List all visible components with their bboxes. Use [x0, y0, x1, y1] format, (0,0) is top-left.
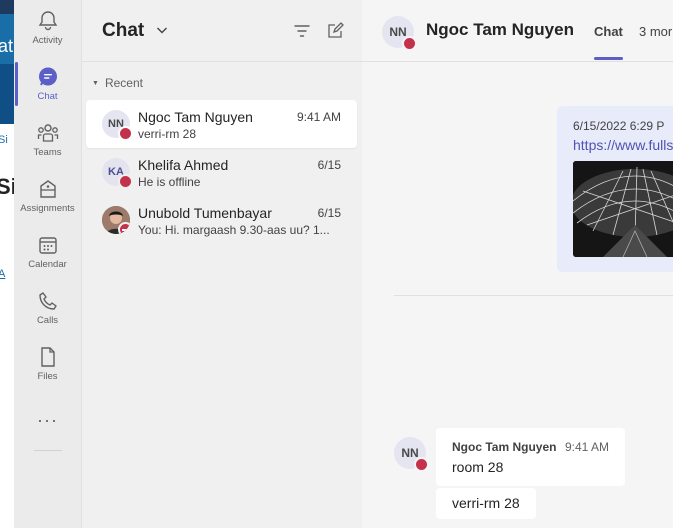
chat-contact-name: Ngoc Tam Nguyen — [138, 109, 253, 125]
rail-item-calendar[interactable]: Calendar — [14, 224, 81, 276]
more-apps-button[interactable]: ··· — [14, 410, 81, 431]
busy-status-icon — [118, 174, 133, 189]
conversation-pane: NN Ngoc Tam Nguyen Chat 3 mor 6/15/2022 … — [362, 0, 673, 528]
chat-preview: You: Hi. margaash 9.30-aas uu? 1... — [138, 223, 330, 237]
rail-item-label: Activity — [32, 35, 63, 46]
conversation-title: Ngoc Tam Nguyen — [426, 20, 574, 39]
chat-contact-name: Unubold Tumenbayar — [138, 205, 272, 221]
outgoing-message[interactable]: 6/15/2022 6:29 P https://www.fulls — [557, 106, 673, 272]
background-app-toolbar — [0, 64, 14, 124]
rail-item-assignments[interactable]: Assignments — [14, 168, 81, 220]
rail-item-label: Chat — [37, 91, 58, 102]
rail-item-chat[interactable]: Chat — [14, 56, 81, 108]
avatar: KA — [102, 158, 133, 189]
phone-icon — [38, 292, 57, 310]
chat-preview: He is offline — [138, 175, 201, 189]
busy-status-icon — [118, 126, 133, 141]
background-app-text: Si — [0, 134, 8, 146]
busy-status-icon — [414, 457, 429, 472]
chat-time: 6/15 — [317, 206, 341, 220]
background-app-heading: Si — [0, 174, 14, 199]
message-text: verri-rm 28 — [452, 495, 520, 511]
chat-list-item[interactable]: KA Khelifa Ahmed 6/15 He is offline — [86, 148, 357, 196]
file-icon — [40, 347, 55, 367]
chat-list-item[interactable]: Unubold Tumenbayar 6/15 You: Hi. margaas… — [86, 196, 357, 244]
collapse-triangle-icon: ▼ — [92, 80, 99, 88]
incoming-message[interactable]: Ngoc Tam Nguyen 9:41 AM room 28 — [436, 428, 625, 486]
chat-list-title[interactable]: Chat — [102, 20, 144, 42]
chat-list-pane: Chat ▼ Recent NN Ngoc Tam Nguyen 9:41 AM … — [82, 0, 363, 528]
active-tab-indicator — [594, 57, 623, 60]
rail-item-label: Calls — [36, 315, 59, 326]
chat-contact-name: Khelifa Ahmed — [138, 157, 229, 173]
chat-list-header: Chat — [82, 0, 362, 62]
new-chat-icon[interactable] — [326, 22, 344, 40]
section-label: Recent — [104, 76, 143, 90]
tab-chat[interactable]: Chat — [594, 24, 623, 39]
message-sender: Ngoc Tam Nguyen — [452, 440, 557, 454]
avatar-photo — [102, 206, 130, 234]
message-link[interactable]: https://www.fulls — [573, 137, 673, 153]
bell-icon — [38, 11, 57, 31]
busy-status-icon — [402, 36, 417, 51]
do-not-disturb-status-icon — [118, 222, 130, 234]
avatar: NN — [102, 110, 133, 141]
chat-preview: verri-rm 28 — [138, 127, 197, 141]
chevron-down-icon[interactable] — [155, 23, 169, 37]
avatar[interactable]: NN — [382, 16, 417, 51]
conversation-header: NN Ngoc Tam Nguyen Chat 3 mor — [362, 0, 673, 62]
assignments-icon — [39, 180, 56, 198]
chat-time: 6/15 — [317, 158, 341, 172]
rail-item-label: Teams — [33, 147, 62, 158]
background-app-link: A — [0, 268, 6, 280]
chat-list-item[interactable]: NN Ngoc Tam Nguyen 9:41 AM verri-rm 28 — [86, 100, 357, 148]
rail-divider — [34, 450, 62, 451]
rail-item-calls[interactable]: Calls — [14, 280, 81, 332]
rail-item-label: Assignments — [20, 203, 75, 214]
background-app-titlebar — [0, 0, 14, 14]
avatar[interactable]: NN — [394, 437, 429, 472]
background-app-window: at Si Si A — [0, 0, 14, 528]
architecture-photo-icon — [573, 161, 673, 257]
tab-more[interactable]: 3 mor — [639, 24, 672, 39]
message-divider — [394, 295, 673, 296]
calendar-icon — [38, 237, 57, 254]
rail-item-label: Files — [37, 371, 58, 382]
filter-icon[interactable] — [293, 22, 311, 40]
message-timestamp: 9:41 AM — [565, 440, 610, 454]
recent-section-header[interactable]: ▼ Recent — [92, 76, 143, 90]
message-text: room 28 — [452, 459, 504, 475]
rail-item-teams[interactable]: Teams — [14, 112, 81, 164]
rail-item-label: Calendar — [28, 259, 67, 270]
chat-icon — [38, 67, 57, 86]
background-app-text: at — [0, 36, 14, 56]
app-rail: Activity Chat Teams Assignments Calendar… — [14, 0, 82, 528]
message-timestamp: 6/15/2022 6:29 P — [573, 119, 665, 133]
incoming-message[interactable]: verri-rm 28 — [436, 488, 536, 519]
rail-item-activity[interactable]: Activity — [14, 0, 81, 52]
link-preview-image[interactable] — [573, 161, 673, 257]
rail-item-files[interactable]: Files — [14, 336, 81, 388]
teams-icon — [37, 124, 58, 142]
chat-time: 9:41 AM — [296, 110, 341, 124]
